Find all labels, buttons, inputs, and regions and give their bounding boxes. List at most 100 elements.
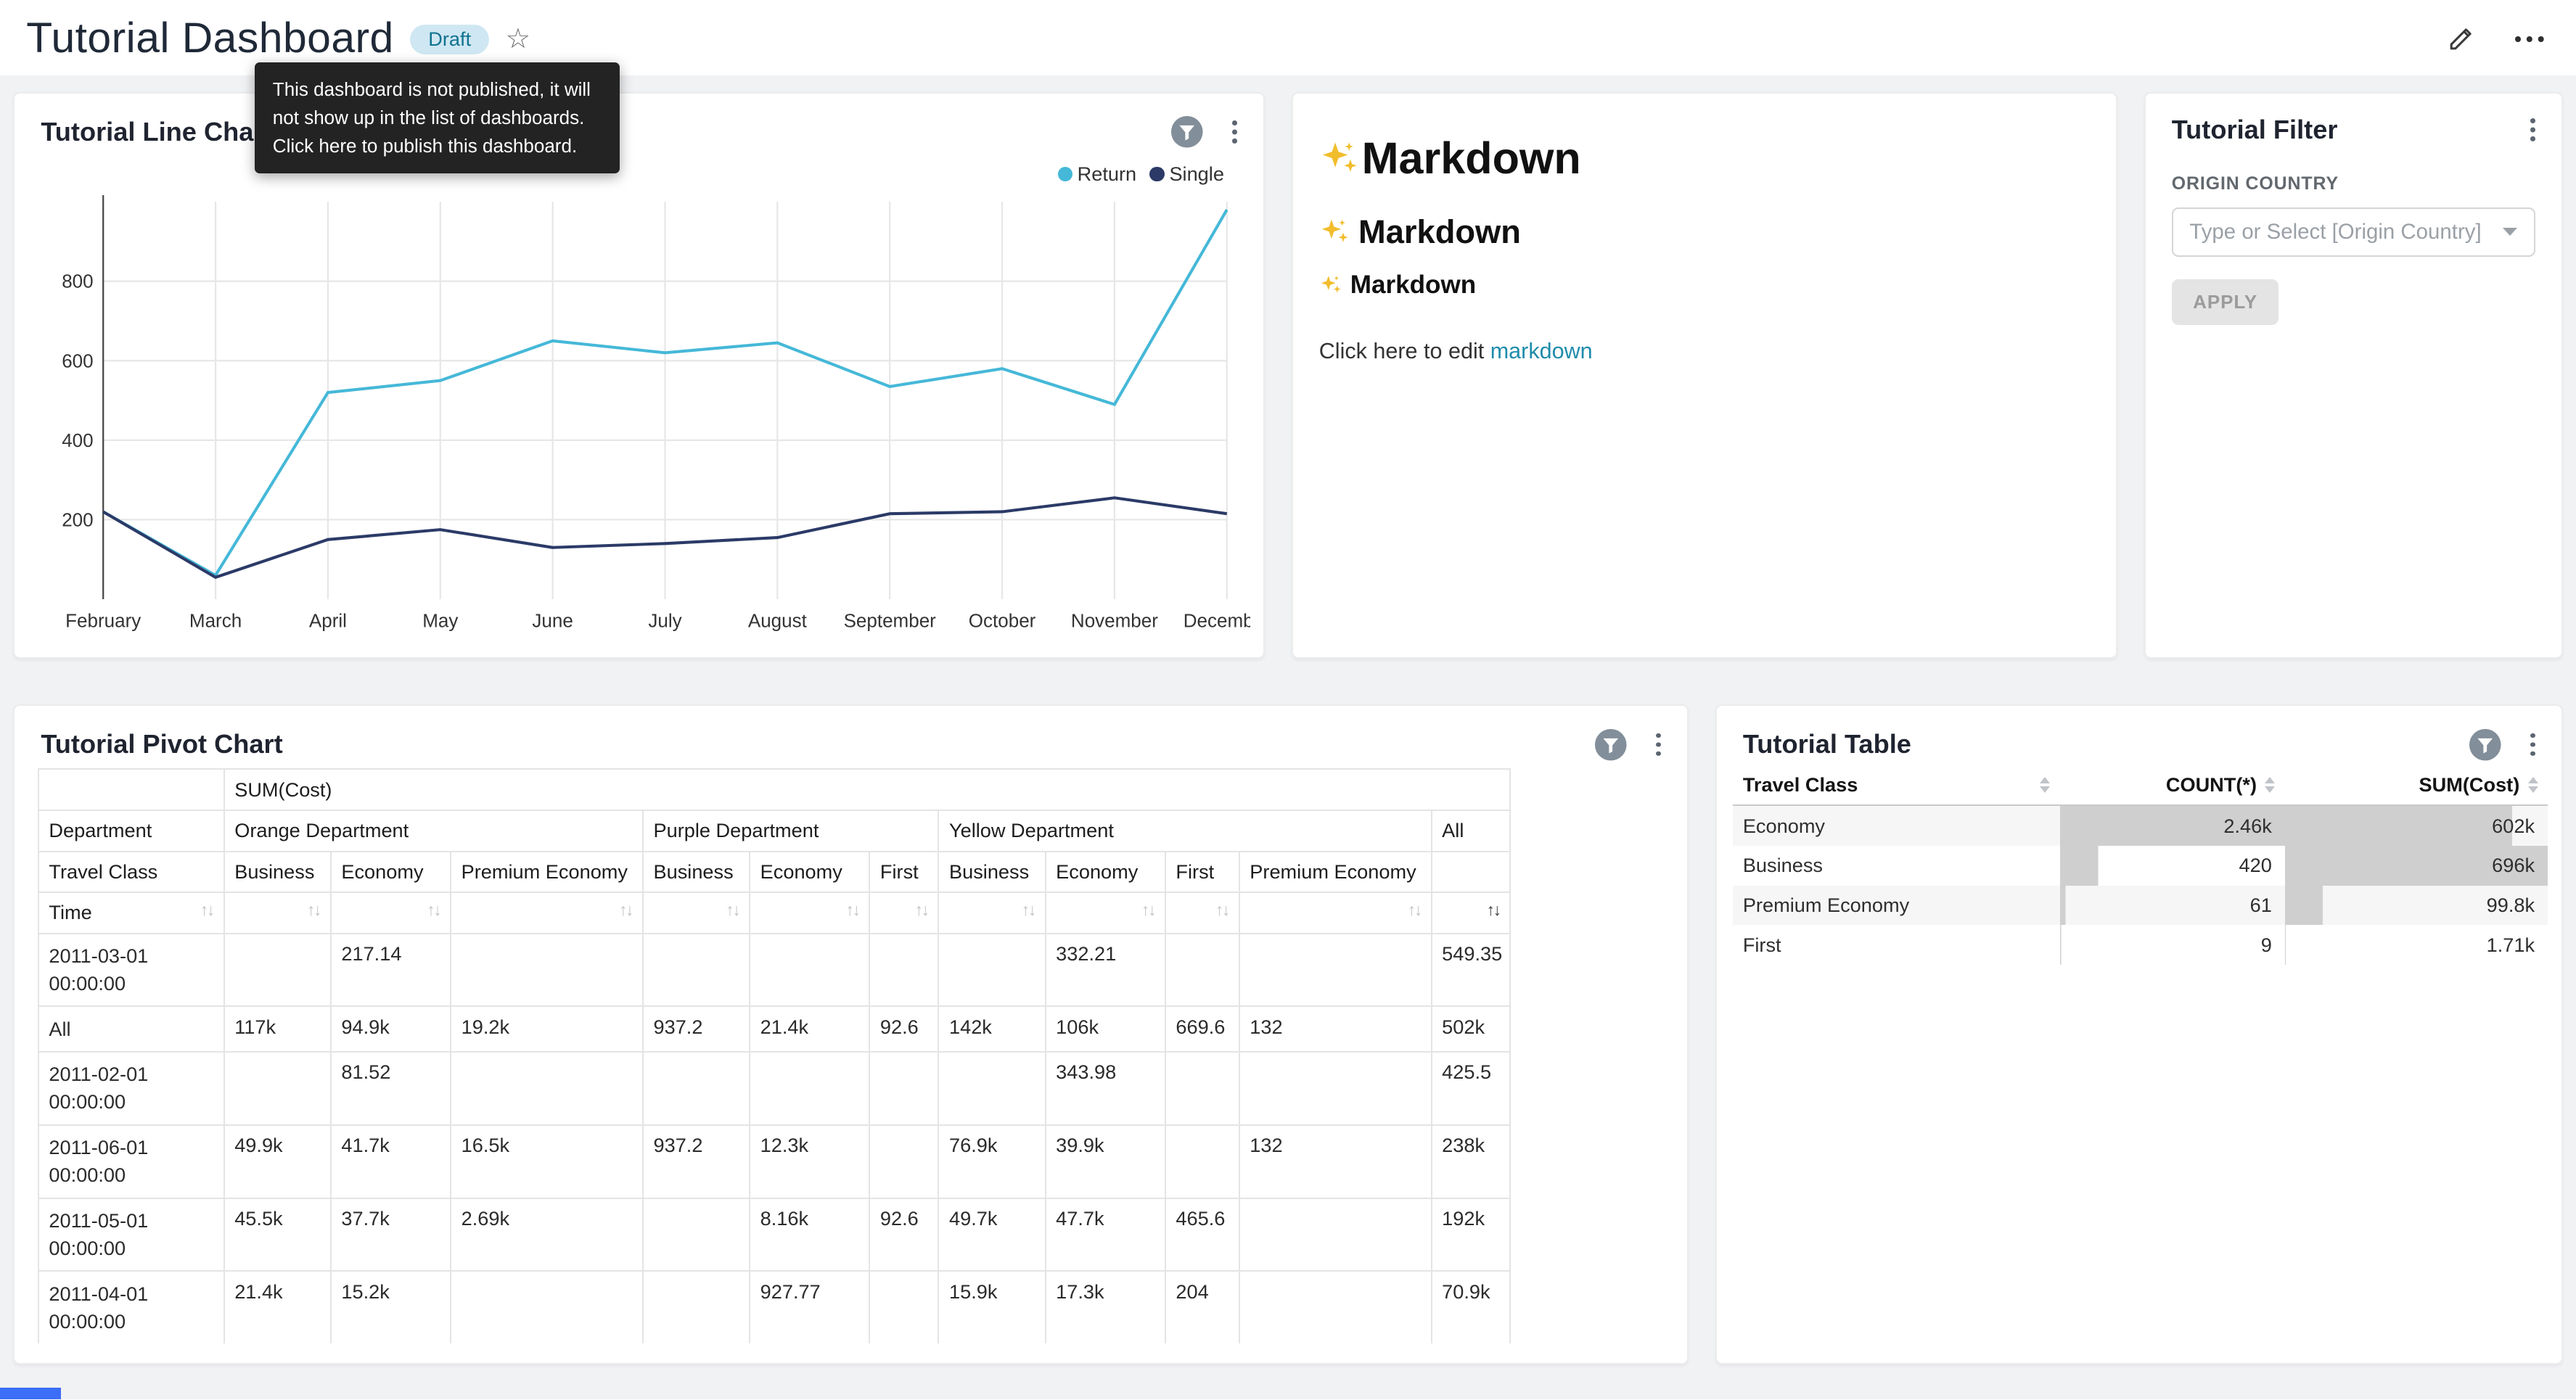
sort-icon[interactable]: ↑↓ [1408, 901, 1421, 920]
sum-cost-cell: 696k [2285, 846, 2548, 886]
publish-tooltip[interactable]: This dashboard is not published, it will… [255, 62, 620, 173]
col-header-sum-cost[interactable]: SUM(Cost) [2285, 765, 2548, 806]
pivot-cell: 937.2 [643, 1006, 750, 1052]
pivot-cell: 45.5k [224, 1198, 331, 1272]
bottom-accent-strip [0, 1388, 61, 1399]
filter-funnel-icon[interactable] [2468, 728, 2503, 762]
star-icon[interactable]: ☆ [506, 22, 531, 55]
kebab-menu-icon[interactable] [1224, 119, 1244, 145]
legend-item-return[interactable]: Return [1058, 162, 1137, 186]
dashboard-title: Tutorial Dashboard [26, 14, 394, 62]
sort-icon[interactable]: ↑↓ [846, 901, 859, 920]
pivot-cell: 15.2k [331, 1271, 451, 1343]
sort-icon[interactable]: ↑↓ [1022, 901, 1035, 920]
pivot-cell [869, 1052, 938, 1125]
pivot-table: SUM(Cost)DepartmentOrange DepartmentPurp… [38, 768, 1511, 1343]
card-header: Tutorial Filter [2146, 94, 2561, 145]
markdown-paragraph: Click here to edit markdown [1319, 339, 2090, 364]
markdown-body: Markdown Markdown Markdown Click here to… [1293, 94, 2117, 365]
pivot-cell: 81.52 [331, 1052, 451, 1125]
filter-funnel-icon[interactable] [1170, 115, 1205, 149]
data-table-wrap: Travel ClassCOUNT(*)SUM(Cost) Economy2.4… [1733, 765, 2545, 965]
pivot-cell: 49.7k [938, 1198, 1045, 1272]
pivot-cell: 16.5k [451, 1125, 643, 1198]
pivot-row: 2011-02-0100:00:0081.52343.98425.5 [38, 1052, 1511, 1125]
pivot-cell: 2.69k [451, 1198, 643, 1272]
kebab-menu-icon[interactable] [1648, 731, 1668, 757]
table-card: Tutorial Table Travel ClassCOUNT(*)SUM(C… [1715, 704, 2563, 1364]
pivot-cell [1165, 934, 1239, 1007]
pivot-cell: 117k [224, 1006, 331, 1052]
apply-button[interactable]: APPLY [2172, 279, 2279, 325]
card-title: Tutorial Line Chart [41, 117, 272, 147]
markdown-card: Markdown Markdown Markdown Click here to… [1292, 92, 2118, 659]
sort-icon[interactable]: ↑↓ [307, 901, 320, 920]
kebab-menu-icon[interactable] [2522, 731, 2542, 757]
pivot-chart-card: Tutorial Pivot Chart SUM(Cost)Department… [13, 704, 1689, 1364]
sort-icon[interactable]: ↑↓ [915, 901, 928, 920]
pivot-cell [869, 934, 938, 1007]
pivot-cell: 47.7k [1046, 1198, 1165, 1272]
markdown-edit-link[interactable]: markdown [1490, 339, 1593, 363]
pivot-cell: 192k [1432, 1198, 1511, 1272]
table-row: Business420696k [1733, 846, 2548, 886]
pivot-cell: 238k [1432, 1125, 1511, 1198]
pivot-class-header: First [869, 852, 938, 893]
col-header-count[interactable]: COUNT(*) [2060, 765, 2285, 806]
chart-legend: Return Single [1058, 162, 1224, 186]
pivot-group-header: Orange Department [224, 810, 643, 852]
travel-class-cell: Premium Economy [1733, 886, 2060, 926]
pivot-cell [938, 1052, 1045, 1125]
markdown-heading-3-text: Markdown [1350, 271, 1476, 300]
col-header-travel-class[interactable]: Travel Class [1733, 765, 2060, 806]
sort-icon[interactable] [2528, 777, 2538, 792]
pivot-cell: 92.6 [869, 1006, 938, 1052]
sort-icon[interactable]: ↑↓ [619, 901, 632, 920]
sparkles-icon [1319, 215, 1352, 248]
pivot-cell: 132 [1239, 1125, 1432, 1198]
kebab-menu-icon[interactable] [2522, 117, 2542, 143]
table-row: First91.71k [1733, 925, 2548, 965]
pivot-class-header: Economy [750, 852, 869, 893]
pivot-cell: 927.77 [750, 1271, 869, 1343]
pivot-cell: 41.7k [331, 1125, 451, 1198]
table-row: Premium Economy6199.8k [1733, 886, 2548, 926]
pivot-metric-label: SUM(Cost) [224, 769, 1511, 810]
pivot-row: All117k94.9k19.2k937.221.4k92.6142k106k6… [38, 1006, 1511, 1052]
pivot-class-header: Premium Economy [1239, 852, 1432, 893]
ellipsis-icon[interactable] [2514, 25, 2546, 51]
card-header: Tutorial Line Chart [15, 94, 1263, 149]
pivot-cell: 17.3k [1046, 1271, 1165, 1343]
pivot-cell: 937.2 [643, 1125, 750, 1198]
markdown-heading-2: Markdown [1319, 213, 2090, 251]
pivot-cell: 92.6 [869, 1198, 938, 1272]
sort-icon[interactable] [2040, 777, 2050, 792]
sort-icon[interactable]: ↑↓ [726, 901, 739, 920]
pivot-cell: 204 [1165, 1271, 1239, 1343]
legend-item-single[interactable]: Single [1149, 162, 1224, 186]
pivot-row: 2011-05-0100:00:0045.5k37.7k2.69k8.16k92… [38, 1198, 1511, 1272]
sort-icon[interactable]: ↑↓ [200, 901, 213, 920]
pivot-cell: 465.6 [1165, 1198, 1239, 1272]
sort-icon[interactable]: ↑↓ [1487, 901, 1500, 920]
origin-country-select[interactable]: Type or Select [Origin Country] [2172, 207, 2535, 257]
sort-icon[interactable]: ↑↓ [427, 901, 440, 920]
pencil-icon[interactable] [2446, 22, 2477, 54]
pivot-cell [1165, 1052, 1239, 1125]
pivot-group-header: Yellow Department [938, 810, 1431, 852]
edit-text: Click here to edit [1319, 339, 1490, 363]
pivot-cell: 12.3k [750, 1125, 869, 1198]
sparkles-icon [1319, 273, 1344, 297]
svg-text:July: July [649, 610, 682, 632]
pivot-cell: 549.35 [1432, 934, 1511, 1007]
draft-badge[interactable]: Draft [410, 25, 489, 54]
pivot-cell: 21.4k [224, 1271, 331, 1343]
sort-icon[interactable] [2265, 777, 2275, 792]
filter-funnel-icon[interactable] [1593, 728, 1628, 762]
pivot-cell: 70.9k [1432, 1271, 1511, 1343]
sort-icon[interactable]: ↑↓ [1215, 901, 1228, 920]
pivot-cell [451, 934, 643, 1007]
sort-icon[interactable]: ↑↓ [1141, 901, 1154, 920]
pivot-time-cell: 2011-06-0100:00:00 [38, 1125, 224, 1198]
pivot-cell: 502k [1432, 1006, 1511, 1052]
